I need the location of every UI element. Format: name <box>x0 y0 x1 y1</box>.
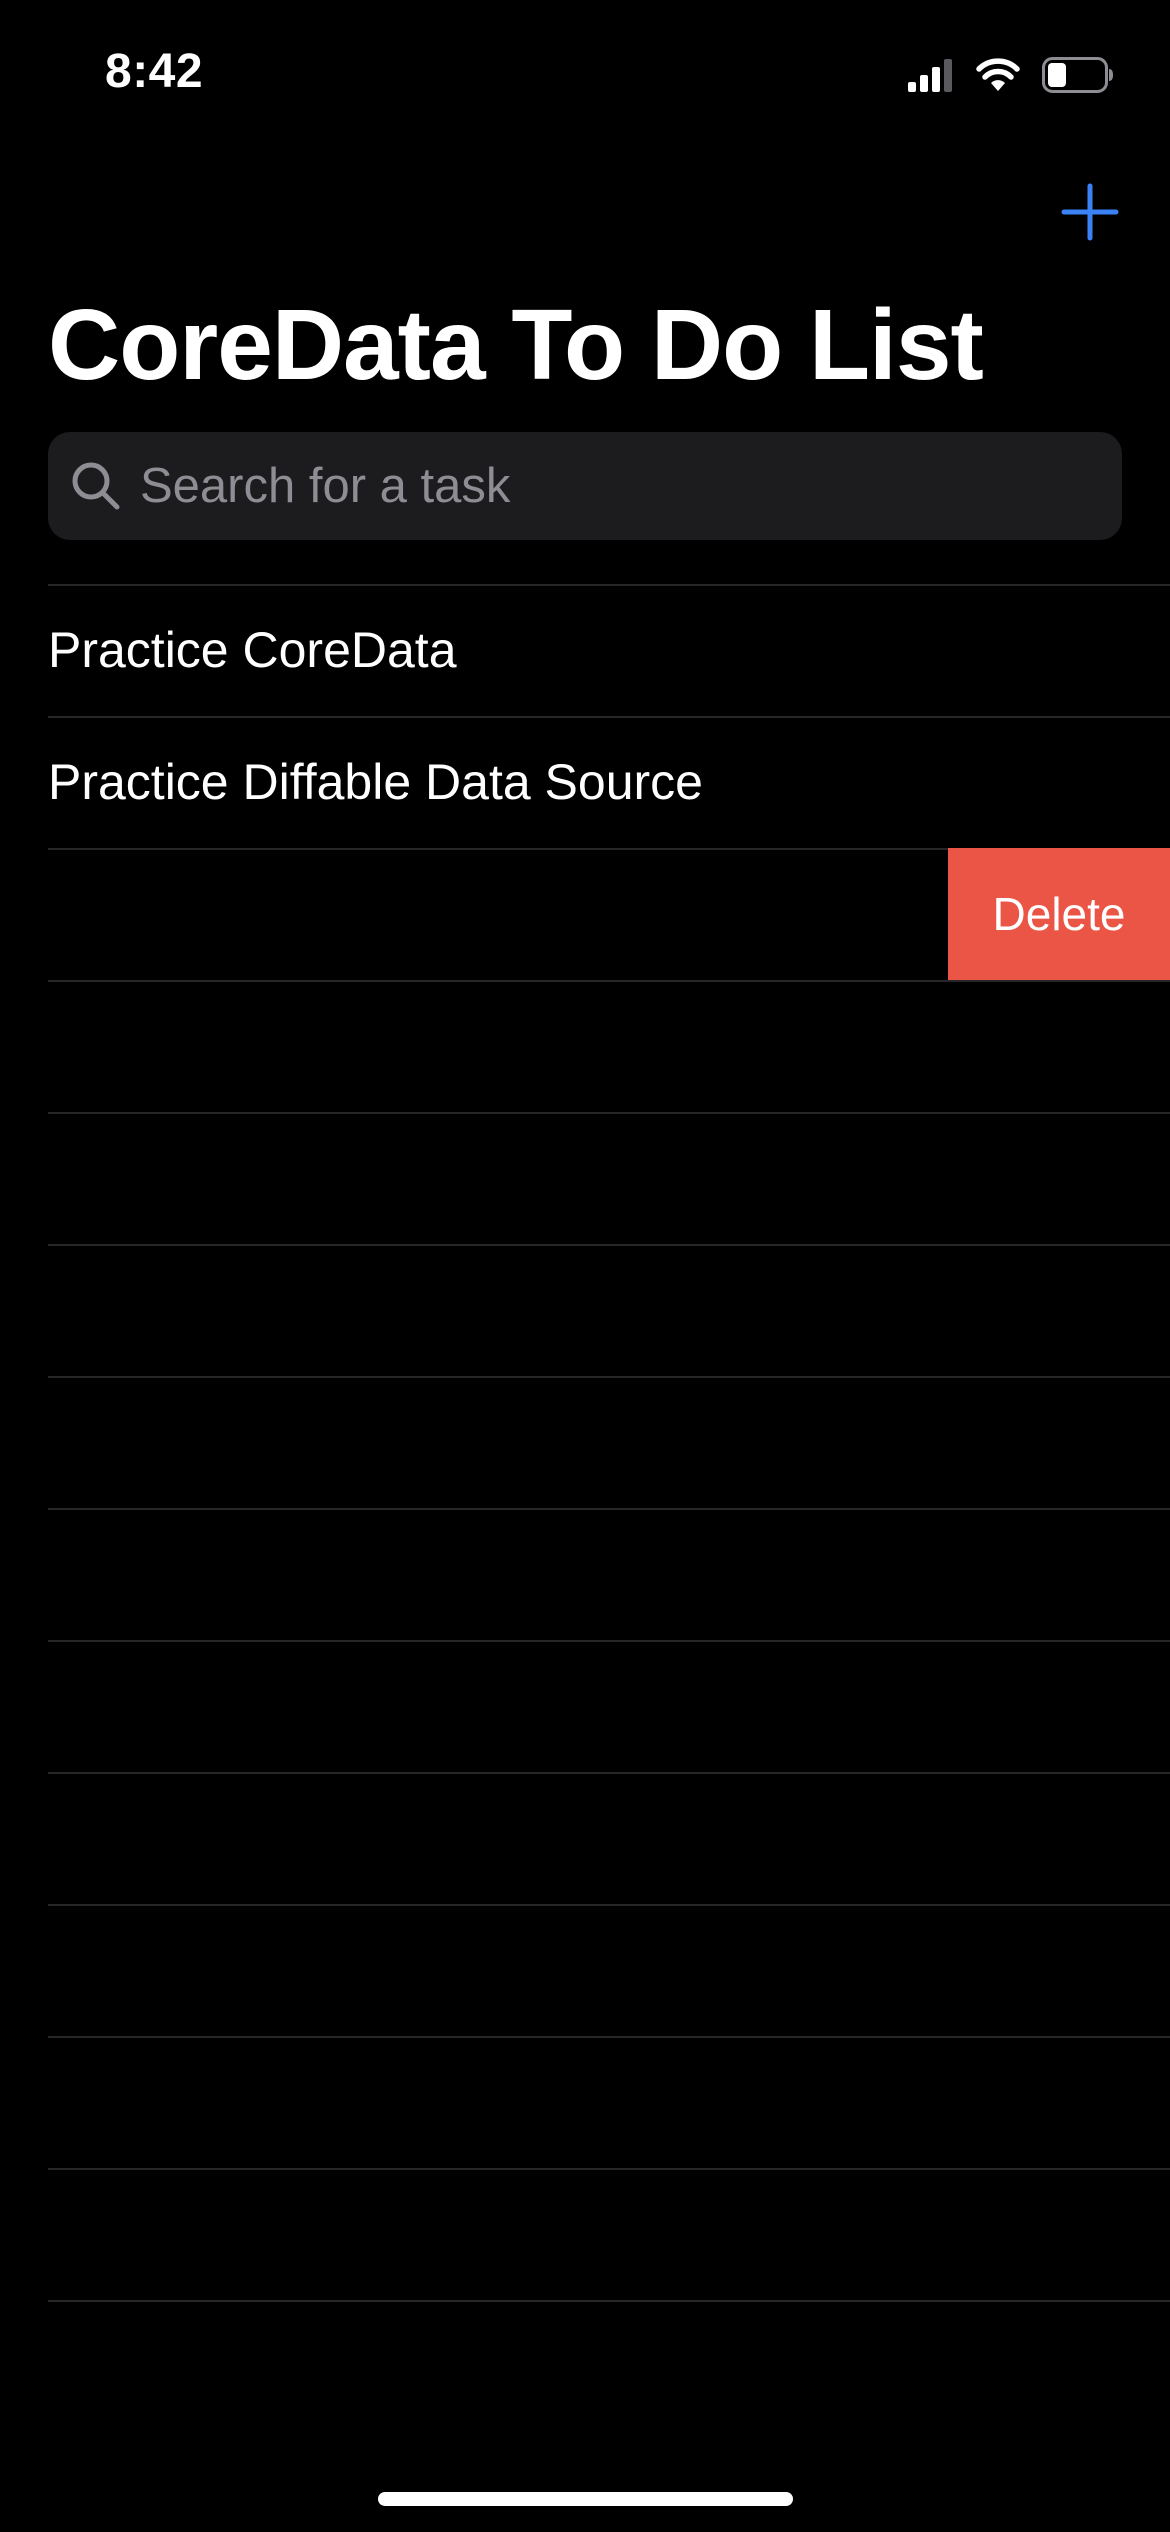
empty-row <box>0 1904 1170 2036</box>
search-input[interactable] <box>138 431 1122 541</box>
list-item[interactable]: Practice Diffable Data Source <box>0 716 1170 848</box>
list-item-swiped[interactable]: urger Delete <box>0 848 1170 980</box>
empty-row <box>0 1508 1170 1640</box>
task-label: Practice CoreData <box>48 622 457 678</box>
search-icon <box>68 458 124 514</box>
empty-row <box>0 2168 1170 2300</box>
status-time: 8:42 <box>105 45 204 98</box>
add-task-button[interactable] <box>1054 176 1126 248</box>
wifi-icon <box>976 58 1020 91</box>
empty-row <box>0 1376 1170 1508</box>
plus-icon <box>1061 183 1119 241</box>
task-label: Practice Diffable Data Source <box>48 754 703 810</box>
status-bar: 8:42 <box>0 0 1170 140</box>
empty-row <box>0 2036 1170 2168</box>
task-list: Practice CoreData Practice Diffable Data… <box>0 584 1170 2432</box>
empty-row <box>0 980 1170 1112</box>
empty-row <box>0 1640 1170 1772</box>
status-icons <box>908 50 1114 100</box>
page-title: CoreData To Do List <box>48 289 984 401</box>
home-indicator[interactable] <box>378 2492 793 2506</box>
search-bar[interactable] <box>48 431 1122 541</box>
cellular-signal-icon <box>908 59 952 92</box>
empty-row <box>0 1112 1170 1244</box>
list-item[interactable]: Practice CoreData <box>0 584 1170 716</box>
delete-button[interactable]: Delete <box>948 848 1170 980</box>
battery-icon <box>1042 57 1113 93</box>
empty-row <box>0 1244 1170 1376</box>
empty-rows <box>0 980 1170 2432</box>
empty-row <box>0 1772 1170 1904</box>
empty-row <box>0 2300 1170 2432</box>
